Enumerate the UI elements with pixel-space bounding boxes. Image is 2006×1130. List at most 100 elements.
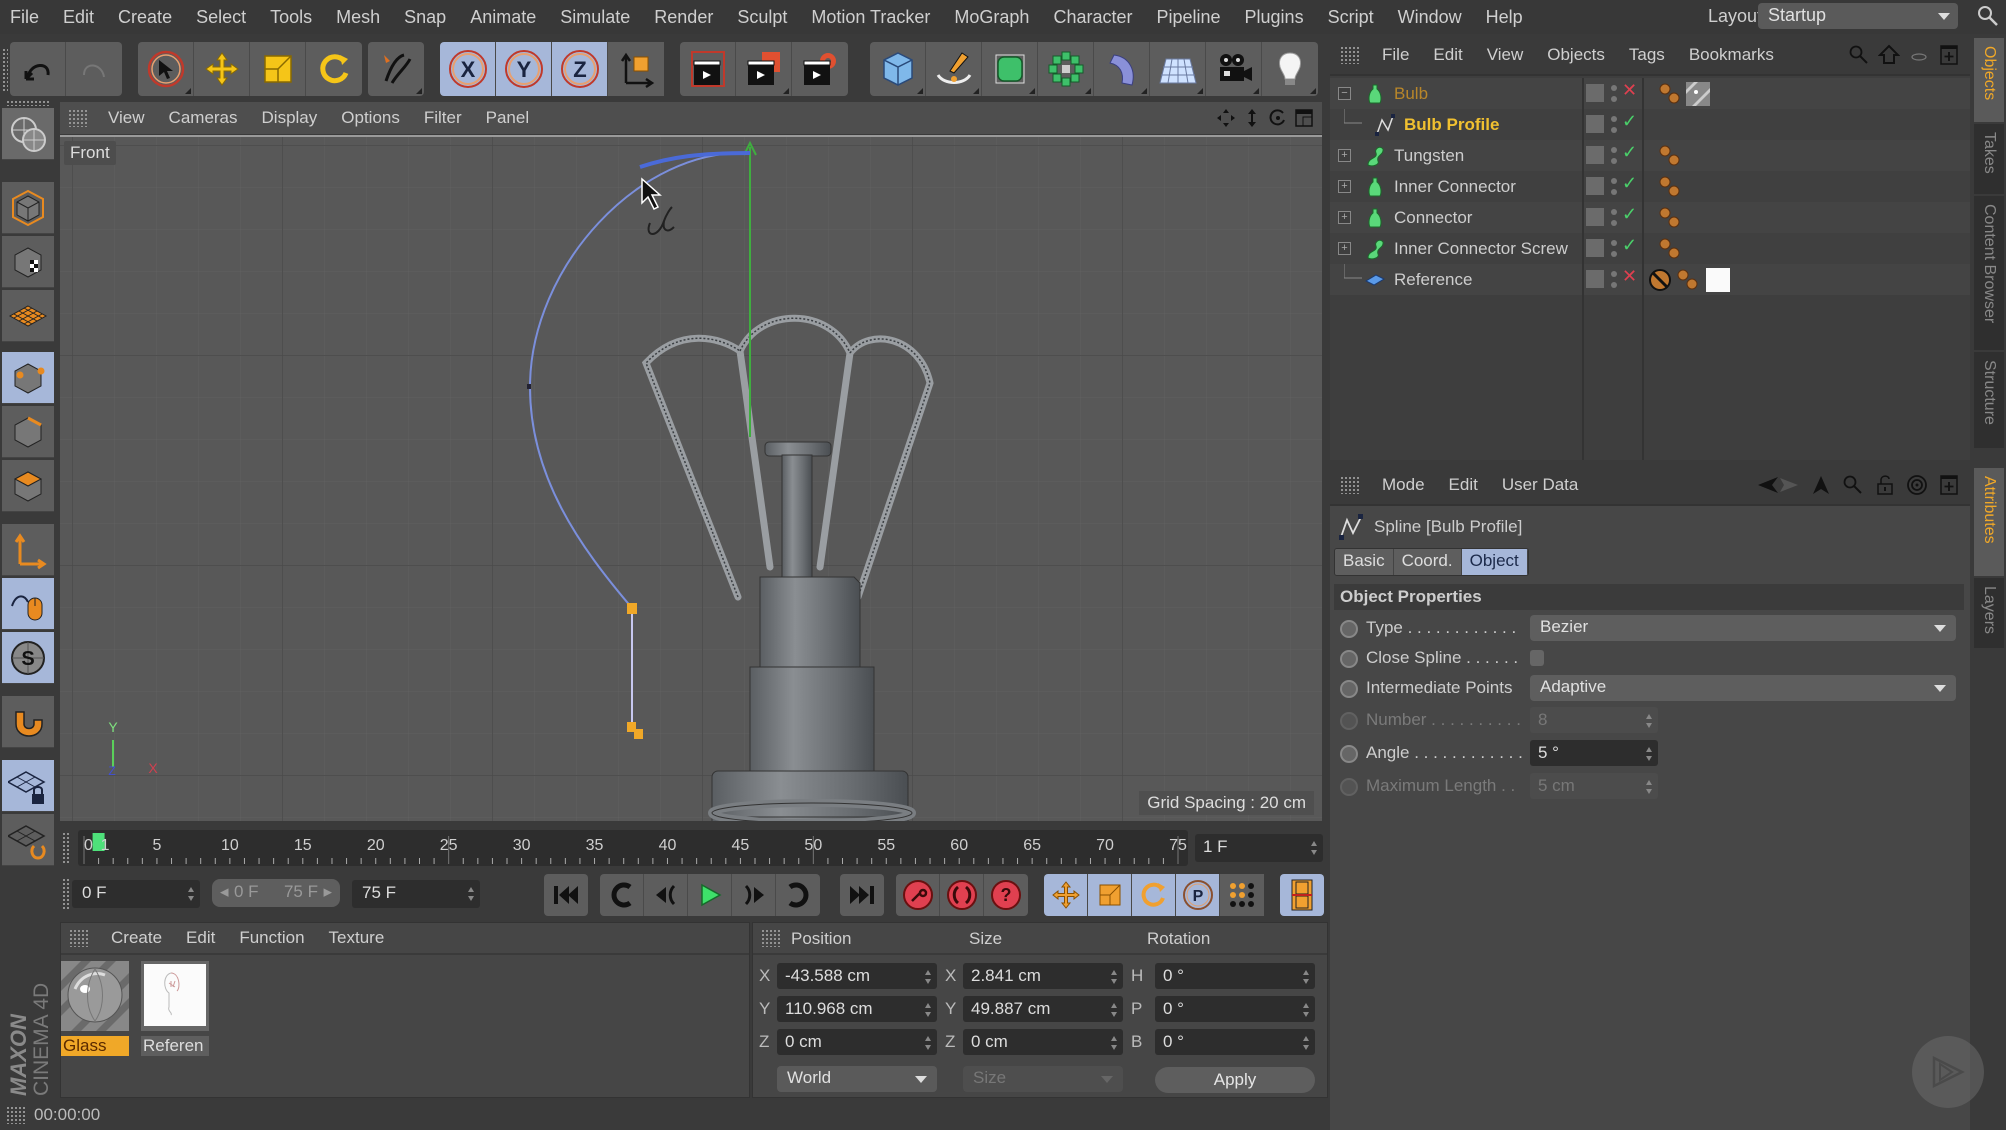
subdivision-surface-button[interactable] [982, 42, 1038, 96]
cloner-button[interactable] [1038, 42, 1094, 96]
menu-motion-tracker[interactable]: Motion Tracker [799, 7, 942, 28]
pan-icon[interactable] [1216, 108, 1236, 128]
menu-mesh[interactable]: Mesh [324, 7, 392, 28]
tab-object[interactable]: Object [1461, 549, 1528, 575]
model-mode-button[interactable] [2, 182, 54, 234]
render-settings-button[interactable] [792, 42, 848, 96]
key-rotation-button[interactable] [1132, 874, 1176, 916]
material-glass[interactable]: Glass [61, 961, 129, 1056]
redo-button[interactable] [66, 42, 122, 96]
timeline-ruler[interactable]: 0 1 5 10 15 20 25 30 35 40 45 50 55 60 65 70 75 [78, 830, 1188, 866]
orbit-icon[interactable] [1268, 108, 1288, 128]
spinner-icon[interactable] [925, 1003, 931, 1017]
goto-prev-key-button[interactable] [600, 874, 644, 916]
object-name[interactable]: Inner Connector [1394, 177, 1516, 197]
object-row-reference[interactable]: Reference ✕ [1330, 264, 1970, 295]
layout-select[interactable]: Startup [1758, 3, 1958, 29]
expand-toggle[interactable]: + [1338, 180, 1351, 193]
tab-attributes[interactable]: Attributes [1974, 468, 2004, 576]
object-row-bulb-profile[interactable]: Bulb Profile ✓ [1330, 109, 1970, 140]
next-frame-button[interactable] [732, 874, 776, 916]
object-name[interactable]: Connector [1394, 208, 1472, 228]
material-menu-texture[interactable]: Texture [317, 928, 397, 948]
animate-radio[interactable] [1340, 650, 1358, 668]
undo-button[interactable] [10, 42, 66, 96]
goto-next-key-button[interactable] [776, 874, 820, 916]
size-x-field[interactable]: 2.841 cm [963, 963, 1123, 989]
object-name[interactable]: Reference [1394, 270, 1472, 290]
object-menu-view[interactable]: View [1475, 45, 1536, 65]
unlock-icon[interactable] [1874, 474, 1896, 496]
enabled-check-icon[interactable]: ✓ [1622, 111, 1637, 132]
visibility-dots-icon[interactable] [1610, 238, 1618, 260]
enabled-check-icon[interactable]: ✓ [1622, 142, 1637, 163]
attribute-menu-mode[interactable]: Mode [1370, 475, 1437, 495]
z-axis-lock-button[interactable]: Z [552, 42, 608, 96]
layer-color-icon[interactable] [1586, 239, 1604, 257]
back-arrow-icon[interactable] [1756, 474, 1800, 496]
position-y-field[interactable]: 110.968 cm [777, 996, 937, 1022]
visibility-dots-icon[interactable] [1610, 269, 1618, 291]
toolbar-grip[interactable] [2, 48, 8, 92]
spinner-icon[interactable] [1111, 1036, 1117, 1050]
spinner-icon[interactable] [1303, 1003, 1309, 1017]
disabled-x-icon[interactable]: ✕ [1622, 80, 1637, 101]
scale-tool-button[interactable] [250, 42, 306, 96]
locked-workplane-button[interactable] [2, 760, 54, 812]
expand-toggle[interactable]: + [1338, 149, 1351, 162]
object-name[interactable]: Inner Connector Screw [1394, 239, 1568, 259]
tab-coord[interactable]: Coord. [1393, 549, 1462, 575]
record-keys-button[interactable] [896, 874, 940, 916]
menu-edit[interactable]: Edit [51, 7, 106, 28]
glass-material-tag-icon[interactable] [1686, 82, 1710, 106]
object-name[interactable]: Bulb [1394, 84, 1428, 104]
object-menu-edit[interactable]: Edit [1421, 45, 1474, 65]
material-grip[interactable] [69, 929, 89, 947]
timeline-grip[interactable] [62, 832, 70, 864]
max-frame-field[interactable]: 75 F [352, 880, 480, 908]
menu-script[interactable]: Script [1316, 7, 1386, 28]
visibility-dots-icon[interactable] [1610, 207, 1618, 229]
min-frame-field[interactable]: 0 F [72, 880, 200, 908]
goto-start-button[interactable] [544, 874, 588, 916]
menu-create[interactable]: Create [106, 7, 184, 28]
tab-layers[interactable]: Layers [1974, 578, 2004, 648]
visibility-dots-icon[interactable] [1610, 145, 1618, 167]
size-z-field[interactable]: 0 cm [963, 1029, 1123, 1055]
viewport-front[interactable]: Y X Z Front Grid Spacing : 20 cm [60, 135, 1322, 821]
edges-mode-button[interactable] [2, 406, 54, 458]
viewport-camera-label[interactable]: Front [64, 141, 116, 165]
render-to-picture-viewer-button[interactable] [736, 42, 792, 96]
spline-point[interactable] [527, 384, 531, 389]
floor-button[interactable] [1150, 42, 1206, 96]
apply-button[interactable]: Apply [1155, 1067, 1315, 1093]
enabled-check-icon[interactable]: ✓ [1622, 173, 1637, 194]
visibility-dots-icon[interactable] [1610, 83, 1618, 105]
menu-plugins[interactable]: Plugins [1233, 7, 1316, 28]
transport-grip[interactable] [62, 878, 70, 910]
intermediate-points-dropdown[interactable]: Adaptive [1530, 675, 1956, 701]
collapse-toggle[interactable]: − [1338, 87, 1351, 100]
position-x-field[interactable]: -43.588 cm [777, 963, 937, 989]
search-icon[interactable] [1848, 44, 1870, 66]
menu-snap[interactable]: Snap [392, 7, 458, 28]
x-axis-lock-button[interactable]: X [440, 42, 496, 96]
new-window-icon[interactable] [1938, 44, 1960, 66]
workplane-mode-button[interactable] [2, 290, 54, 342]
key-scale-button[interactable] [1088, 874, 1132, 916]
y-axis-lock-button[interactable]: Y [496, 42, 552, 96]
menu-mograph[interactable]: MoGraph [942, 7, 1041, 28]
object-name[interactable]: Bulb Profile [1404, 115, 1499, 135]
video-play-overlay[interactable] [1912, 1036, 1984, 1108]
make-editable-button[interactable] [2, 108, 54, 160]
viewport-menu-panel[interactable]: Panel [474, 108, 541, 128]
viewport-menu-filter[interactable]: Filter [412, 108, 474, 128]
phong-tag-icon[interactable] [1658, 144, 1682, 168]
phong-tag-icon[interactable] [1658, 175, 1682, 199]
live-selection-button[interactable] [138, 42, 194, 96]
viewport-menu-view[interactable]: View [96, 108, 157, 128]
spinner-icon[interactable] [1303, 970, 1309, 984]
menu-animate[interactable]: Animate [458, 7, 548, 28]
object-row-bulb[interactable]: − Bulb ✕ [1330, 78, 1970, 109]
layer-filter-icon[interactable] [1908, 44, 1930, 66]
